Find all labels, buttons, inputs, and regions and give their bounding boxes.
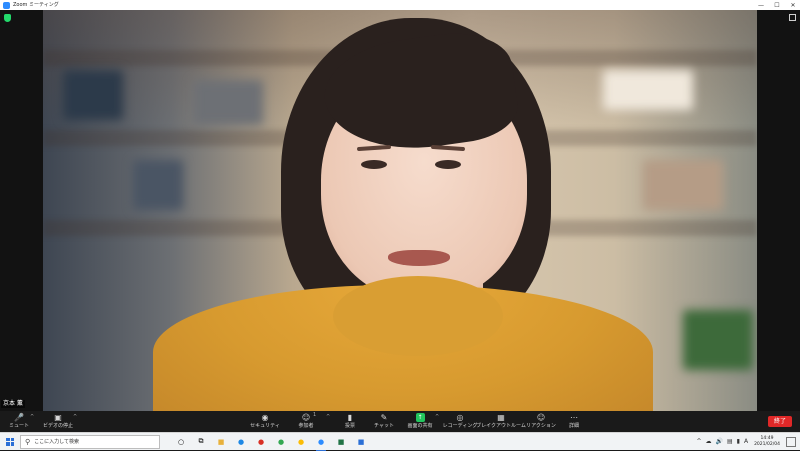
stop-video-button[interactable]: ▣ ビデオの停止 bbox=[40, 412, 76, 432]
zoom-app-icon[interactable]: ● bbox=[314, 435, 328, 451]
video-options-caret[interactable]: ^ bbox=[73, 414, 77, 420]
meeting-toolbar: 🎤 ミュート ^ ▣ ビデオの停止 ^ ◉ セキュリティ ☺ 参加者 1 ^ ▮… bbox=[0, 411, 800, 432]
reactions-label: リアクション bbox=[526, 423, 556, 429]
record-button[interactable]: ◎ レコーディング bbox=[442, 412, 478, 432]
language-indicator[interactable]: A bbox=[744, 438, 748, 445]
task-view-icon[interactable]: ⧉ bbox=[194, 435, 208, 449]
reactions-button[interactable]: ☺ リアクション bbox=[526, 412, 556, 432]
maximize-button[interactable]: ☐ bbox=[770, 0, 784, 10]
polls-button[interactable]: ▮ 投票 bbox=[340, 412, 360, 432]
speaker-icon[interactable]: 🔊 bbox=[715, 438, 722, 445]
zoom-logo-icon bbox=[3, 1, 10, 9]
edge-icon[interactable]: ● bbox=[234, 435, 248, 449]
taskbar-search[interactable]: ⚲ ここに入力して検索 bbox=[20, 434, 160, 449]
chrome-icon[interactable]: ● bbox=[254, 435, 268, 449]
security-label: セキュリティ bbox=[250, 423, 280, 429]
breakout-rooms-label: ブレイクアウトルーム bbox=[476, 423, 526, 429]
background-plant bbox=[683, 310, 753, 370]
window-controls: — ☐ ✕ bbox=[752, 0, 800, 10]
polls-label: 投票 bbox=[344, 423, 355, 429]
more-label: 詳細 bbox=[568, 423, 579, 429]
window-title: Zoom ミーティング bbox=[13, 2, 59, 8]
cloud-icon[interactable]: ☁ bbox=[705, 438, 711, 445]
breakout-rooms-button[interactable]: ▦ ブレイクアウトルーム bbox=[476, 412, 526, 432]
participant-mouth bbox=[388, 250, 450, 266]
video-camera-icon: ▣ bbox=[54, 413, 62, 422]
polls-icon: ▮ bbox=[347, 413, 353, 422]
participant-video[interactable] bbox=[43, 10, 757, 411]
taskbar-clock[interactable]: 14:49 2021/02/04 bbox=[754, 436, 780, 448]
file-explorer-icon[interactable]: ■ bbox=[214, 435, 228, 449]
chat-button[interactable]: ✎ チャット bbox=[372, 412, 396, 432]
minimize-button[interactable]: — bbox=[754, 0, 768, 10]
windows-security-icon[interactable]: ■ bbox=[354, 435, 368, 449]
more-button[interactable]: ⋯ 詳細 bbox=[564, 412, 584, 432]
chat-label: チャット bbox=[374, 423, 394, 429]
participants-icon: ☺ bbox=[301, 413, 311, 422]
video-stage: 京本 薫 bbox=[0, 10, 800, 411]
participant-name-tag: 京本 薫 bbox=[1, 400, 25, 408]
system-tray: ^ ☁ 🔊 ▤ ▮ A 14:49 2021/02/04 bbox=[692, 436, 796, 448]
record-label: レコーディング bbox=[442, 423, 478, 429]
share-screen-icon: ↑ bbox=[415, 413, 425, 422]
windows-logo-icon bbox=[6, 437, 14, 446]
end-meeting-button[interactable]: 終了 bbox=[768, 416, 792, 427]
microphone-icon: 🎤 bbox=[14, 413, 24, 422]
security-button[interactable]: ◉ セキュリティ bbox=[250, 412, 280, 432]
breakout-rooms-icon: ▦ bbox=[497, 413, 505, 422]
cortana-icon[interactable]: ○ bbox=[174, 435, 188, 449]
background-book bbox=[643, 160, 723, 210]
fullscreen-icon[interactable] bbox=[789, 14, 796, 21]
participants-label: 参加者 bbox=[298, 423, 314, 429]
record-icon: ◎ bbox=[456, 413, 464, 422]
close-button[interactable]: ✕ bbox=[786, 0, 800, 10]
background-book bbox=[603, 70, 693, 110]
pinned-apps: ○ ⧉ ■ ● ● ● ● ● ■ ■ bbox=[174, 435, 374, 451]
participant-collar bbox=[333, 276, 503, 356]
chrome-icon[interactable]: ● bbox=[274, 435, 288, 449]
participants-count: 1 bbox=[313, 412, 317, 418]
windows-taskbar: ⚲ ここに入力して検索 ○ ⧉ ■ ● ● ● ● ● ■ ■ ^ ☁ 🔊 ▤ … bbox=[0, 432, 800, 451]
chrome-icon[interactable]: ● bbox=[294, 435, 308, 449]
background-book bbox=[193, 80, 263, 125]
participant-eye bbox=[435, 160, 461, 169]
more-dots-icon: ⋯ bbox=[570, 413, 578, 422]
start-button[interactable] bbox=[2, 434, 18, 450]
share-screen-button[interactable]: ↑ 画面の共有 bbox=[404, 412, 436, 432]
background-book bbox=[63, 70, 123, 120]
clock-date: 2021/02/04 bbox=[754, 441, 780, 447]
encryption-shield-icon[interactable] bbox=[4, 14, 11, 22]
notification-center-icon[interactable] bbox=[786, 436, 796, 447]
share-screen-label: 画面の共有 bbox=[407, 423, 433, 429]
stop-video-label: ビデオの停止 bbox=[42, 423, 73, 429]
participants-options-caret[interactable]: ^ bbox=[326, 414, 330, 420]
shield-icon: ◉ bbox=[261, 413, 269, 422]
battery-icon[interactable]: ▮ bbox=[737, 438, 740, 445]
network-icon[interactable]: ▤ bbox=[727, 438, 733, 445]
mute-button[interactable]: 🎤 ミュート bbox=[6, 412, 32, 432]
smiley-icon: ☺ bbox=[536, 413, 546, 422]
participant-eye bbox=[361, 160, 387, 169]
mute-label: ミュート bbox=[8, 423, 29, 429]
mute-options-caret[interactable]: ^ bbox=[30, 414, 34, 420]
search-placeholder: ここに入力して検索 bbox=[34, 439, 79, 445]
background-book bbox=[133, 160, 183, 210]
search-icon: ⚲ bbox=[25, 437, 31, 446]
chat-icon: ✎ bbox=[380, 413, 388, 422]
show-hidden-icons-icon[interactable]: ^ bbox=[696, 438, 701, 445]
excel-icon[interactable]: ■ bbox=[334, 435, 348, 449]
share-options-caret[interactable]: ^ bbox=[435, 414, 439, 420]
window-titlebar: Zoom ミーティング — ☐ ✕ bbox=[0, 0, 800, 10]
